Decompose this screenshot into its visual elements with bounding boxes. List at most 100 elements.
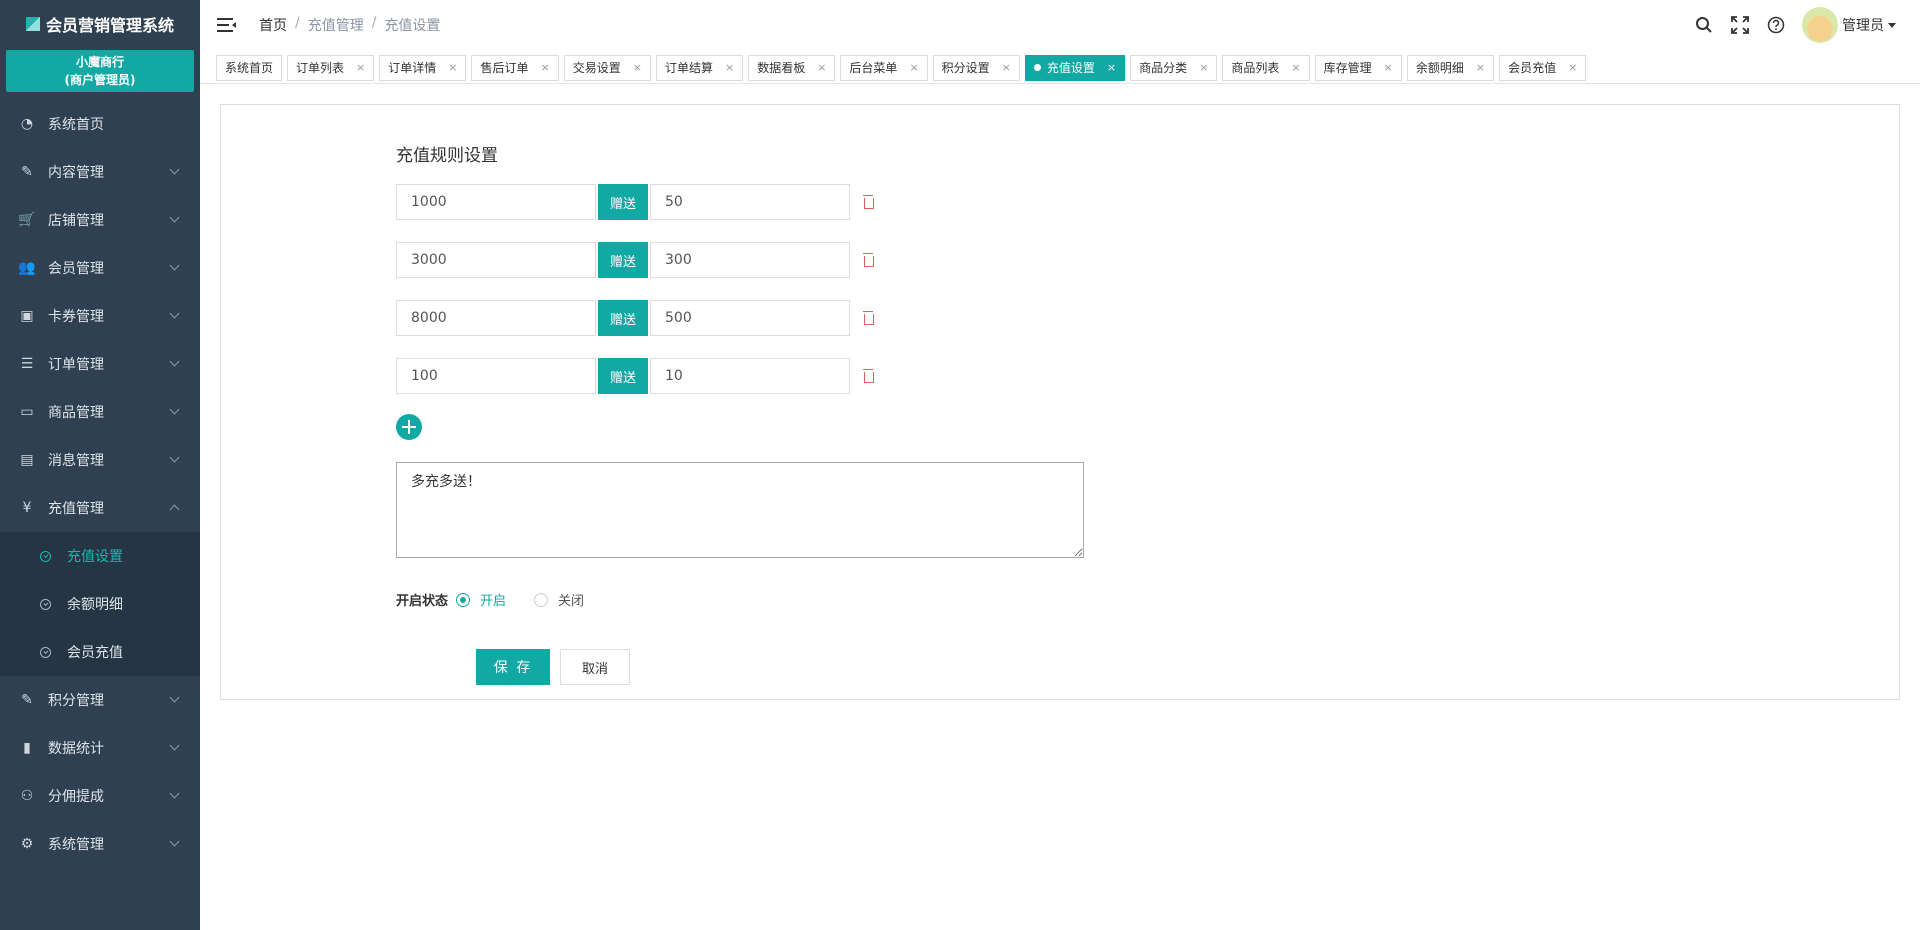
close-icon[interactable]: ×: [725, 61, 734, 74]
tab-product-category[interactable]: 商品分类 ×: [1130, 54, 1218, 81]
tab-points-settings[interactable]: 积分设置 ×: [932, 54, 1020, 81]
sidebar-item-products[interactable]: ▭ 商品管理: [0, 388, 200, 436]
tab-label: 订单列表: [296, 61, 345, 75]
sidebar-item-recharge[interactable]: ¥ 充值管理: [0, 484, 200, 532]
gear-icon: ⚙: [20, 836, 34, 852]
users-icon: 👥: [18, 260, 36, 276]
sidebar-item-orders[interactable]: ☰ 订单管理: [0, 340, 200, 388]
add-rule-button[interactable]: [396, 414, 422, 440]
fullscreen-icon[interactable]: [1730, 15, 1750, 35]
chevron-up-icon: [169, 504, 180, 515]
tab-admin-menu[interactable]: 后台菜单 ×: [840, 54, 928, 81]
bonus-amount-input[interactable]: [650, 242, 850, 278]
bonus-amount-input[interactable]: [650, 184, 850, 220]
tab-product-list[interactable]: 商品列表 ×: [1222, 54, 1310, 81]
tab-order-detail[interactable]: 订单详情 ×: [379, 54, 467, 81]
tab-order-settlement[interactable]: 订单结算 ×: [655, 54, 744, 81]
close-icon[interactable]: ×: [1107, 61, 1116, 74]
sidebar-item-system[interactable]: ⚙ 系统管理: [0, 820, 200, 868]
menu-toggle-icon[interactable]: [217, 18, 236, 32]
close-icon[interactable]: ×: [1291, 61, 1300, 74]
bonus-amount-input[interactable]: [650, 300, 850, 336]
trash-icon[interactable]: [862, 311, 876, 325]
sidebar-item-label: 店铺管理: [48, 213, 104, 229]
tab-label: 数据看板: [757, 61, 806, 75]
status-off-radio[interactable]: 关闭: [534, 590, 584, 609]
close-icon[interactable]: ×: [633, 61, 642, 74]
tab-trade-settings[interactable]: 交易设置 ×: [563, 54, 651, 81]
sidebar-item-label: 会员管理: [48, 261, 104, 277]
tab-dashboard[interactable]: 数据看板 ×: [748, 54, 836, 81]
sidebar-item-label: 数据统计: [48, 741, 104, 757]
sidebar-subitem-recharge-settings[interactable]: 充值设置: [0, 532, 200, 580]
trash-icon[interactable]: [862, 195, 876, 209]
tab-inventory[interactable]: 库存管理 ×: [1314, 54, 1402, 81]
monitor-icon: ▭: [20, 404, 34, 420]
recharge-amount-input[interactable]: [396, 242, 596, 278]
sidebar-item-content[interactable]: ✎ 内容管理: [0, 148, 200, 196]
check-circle-icon: [40, 550, 51, 562]
save-button[interactable]: 保 存: [476, 649, 550, 685]
recharge-amount-input[interactable]: [396, 300, 596, 336]
sidebar-item-points[interactable]: ✎ 积分管理: [0, 676, 200, 724]
recharge-amount-input[interactable]: [396, 358, 596, 394]
sidebar-item-store[interactable]: 🛒 店铺管理: [0, 196, 200, 244]
chevron-down-icon: [169, 404, 180, 415]
sidebar-item-statistics[interactable]: ▮ 数据统计: [0, 724, 200, 772]
gift-label: 赠送: [598, 358, 648, 394]
trash-icon[interactable]: [862, 369, 876, 383]
close-icon[interactable]: ×: [909, 61, 918, 74]
close-icon[interactable]: ×: [356, 61, 365, 74]
message-icon: ▤: [20, 452, 34, 468]
card-icon: ▣: [20, 308, 34, 324]
sidebar-subitem-label: 充值设置: [67, 549, 123, 565]
close-icon[interactable]: ×: [1568, 61, 1577, 74]
close-icon[interactable]: ×: [541, 61, 550, 74]
close-icon[interactable]: ×: [1384, 61, 1393, 74]
bonus-amount-input[interactable]: [650, 358, 850, 394]
tab-recharge-settings[interactable]: 充值设置 ×: [1024, 54, 1126, 81]
sidebar-subitem-balance-detail[interactable]: 余额明细: [0, 580, 200, 628]
close-icon[interactable]: ×: [1199, 61, 1208, 74]
tab-member-recharge[interactable]: 会员充值 ×: [1499, 54, 1587, 81]
sidebar-item-coupons[interactable]: ▣ 卡券管理: [0, 292, 200, 340]
sidebar-item-commission[interactable]: ⚇ 分佣提成: [0, 772, 200, 820]
tab-balance-detail[interactable]: 余额明细 ×: [1406, 54, 1495, 81]
sidebar-item-messages[interactable]: ▤ 消息管理: [0, 436, 200, 484]
close-icon[interactable]: ×: [448, 61, 457, 74]
trash-icon[interactable]: [862, 253, 876, 267]
user-menu[interactable]: 管理员: [1802, 7, 1896, 43]
status-on-label: 开启: [480, 594, 507, 609]
radio-checked-icon: [456, 592, 471, 607]
breadcrumb-level1[interactable]: 充值管理: [308, 15, 364, 35]
search-icon[interactable]: [1694, 15, 1714, 35]
sidebar-subitem-member-recharge[interactable]: 会员充值: [0, 628, 200, 676]
sidebar-item-home[interactable]: ◔ 系统首页: [0, 100, 200, 148]
close-icon[interactable]: ×: [1002, 61, 1011, 74]
close-icon[interactable]: ×: [1476, 61, 1485, 74]
form-title: 充值规则设置: [396, 146, 498, 166]
breadcrumb-separator: /: [295, 15, 300, 31]
sidebar-item-label: 商品管理: [48, 405, 104, 421]
tab-order-list[interactable]: 订单列表 ×: [287, 54, 375, 81]
sidebar-item-members[interactable]: 👥 会员管理: [0, 244, 200, 292]
help-icon[interactable]: [1766, 15, 1786, 35]
recharge-amount-input[interactable]: [396, 184, 596, 220]
gift-label: 赠送: [598, 300, 648, 336]
avatar: [1802, 7, 1838, 43]
breadcrumb-home[interactable]: 首页: [259, 15, 287, 35]
tab-label: 交易设置: [572, 61, 621, 75]
status-on-radio[interactable]: 开启: [456, 590, 506, 609]
chevron-down-icon: [169, 452, 180, 463]
status-row: 开启状态 开启 关闭: [396, 590, 1084, 609]
close-icon[interactable]: ×: [817, 61, 826, 74]
tab-home[interactable]: 系统首页: [216, 54, 283, 81]
shop-badge: 小魔商行 (商户管理员): [6, 50, 194, 92]
dashboard-icon: ◔: [20, 116, 34, 132]
header-actions: 管理员: [1694, 0, 1896, 50]
cancel-button[interactable]: 取消: [560, 649, 630, 685]
tab-aftersale[interactable]: 售后订单 ×: [471, 54, 559, 81]
rule-description-textarea[interactable]: 多充多送！: [396, 462, 1084, 558]
breadcrumb: 首页 / 充值管理 / 充值设置: [259, 15, 440, 35]
sidebar-item-label: 充值管理: [48, 501, 104, 517]
